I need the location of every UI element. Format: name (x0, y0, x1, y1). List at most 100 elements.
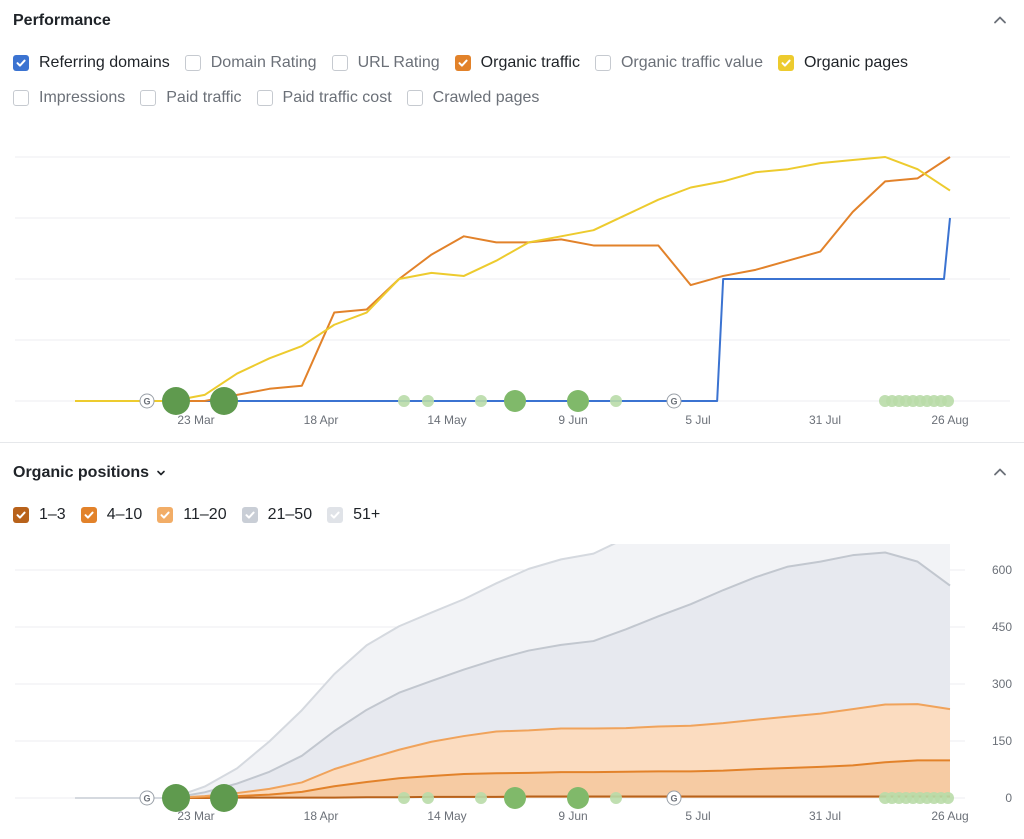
event-dot (422, 792, 434, 804)
checkbox-label: Domain Rating (210, 54, 317, 71)
checkbox-unchecked-icon (13, 90, 29, 106)
checkbox-label: Paid traffic cost (282, 89, 392, 106)
checkbox-21-50[interactable]: 21–50 (241, 506, 313, 524)
event-dot (610, 792, 622, 804)
x-tick-label: 23 Mar (177, 809, 214, 823)
y-tick-label: 450 (992, 620, 1012, 634)
x-tick-label: 5 Jul (685, 413, 710, 427)
event-dot (162, 784, 190, 812)
checkbox-label: 4–10 (106, 506, 143, 523)
organic-positions-title-dropdown[interactable]: Organic positions (13, 464, 167, 482)
event-dot (398, 395, 410, 407)
organic-positions-title: Organic positions (13, 464, 150, 481)
checkbox-label: 51+ (353, 506, 381, 523)
checkbox-checked-icon (777, 55, 794, 71)
x-tick-label: 5 Jul (685, 809, 710, 823)
event-dot (504, 787, 526, 809)
google-update-glyph: G (670, 397, 677, 407)
checkbox-url-rating[interactable]: URL Rating (331, 54, 440, 72)
checkbox-label: Paid traffic (166, 89, 242, 106)
checkbox-checked-icon (13, 55, 29, 71)
checkbox-unchecked-icon (184, 55, 201, 71)
checkbox-checked-icon (454, 55, 471, 71)
checkbox-paid-traffic[interactable]: Paid traffic (140, 89, 242, 107)
x-tick-label: 18 Apr (304, 809, 339, 823)
event-dot (210, 387, 238, 415)
checkbox-crawled-pages[interactable]: Crawled pages (406, 89, 540, 107)
checkbox-label: 21–50 (267, 506, 313, 523)
checkbox-organic-traffic-value[interactable]: Organic traffic value (594, 54, 763, 72)
series-line-referring-domains (75, 217, 951, 402)
checkbox-checked-icon (327, 507, 344, 523)
event-dot (422, 395, 434, 407)
checkbox-paid-traffic-cost[interactable]: Paid traffic cost (256, 89, 392, 107)
checkbox-referring-domains[interactable]: Referring domains (13, 54, 170, 72)
checkbox-label: Organic traffic value (620, 54, 763, 71)
x-tick-label: 23 Mar (177, 413, 214, 427)
x-tick-label: 26 Aug (931, 413, 968, 427)
checkbox-checked-icon (241, 507, 258, 523)
collapse-performance-button[interactable] (992, 12, 1008, 28)
y-tick-label: 150 (992, 734, 1012, 748)
collapse-positions-button[interactable] (992, 464, 1008, 480)
checkbox-impressions[interactable]: Impressions (13, 89, 125, 107)
checkbox-unchecked-icon (140, 90, 157, 106)
checkbox-unchecked-icon (256, 90, 273, 106)
x-tick-label: 31 Jul (809, 809, 841, 823)
checkbox-checked-icon (157, 507, 174, 523)
checkbox-unchecked-icon (331, 55, 348, 71)
event-dot (210, 784, 238, 812)
event-dot (475, 792, 487, 804)
x-tick-label: 9 Jun (558, 413, 587, 427)
organic-positions-chart: 0 150 300 450 600 G G 23 Mar 18 Apr 14 May 9 Jun 5 … (15, 544, 1012, 823)
checkbox-organic-traffic[interactable]: Organic traffic (454, 54, 580, 72)
x-tick-label: 31 Jul (809, 413, 841, 427)
checkbox-checked-icon (80, 507, 97, 523)
x-tick-label: 18 Apr (304, 413, 339, 427)
checkbox-unchecked-icon (594, 55, 611, 71)
event-dot (398, 792, 410, 804)
organic-positions-section: Organic positions 1–3 4–10 11–20 21–50 51+ 0… (0, 444, 1024, 839)
checkbox-unchecked-icon (406, 90, 423, 106)
x-tick-label: 26 Aug (931, 809, 968, 823)
section-divider (0, 442, 1024, 443)
event-dot (475, 395, 487, 407)
event-dot (162, 387, 190, 415)
performance-chart: G G 23 Mar 18 Apr 14 May 9 Jun 5 Jul 31 Jul 26 A… (15, 156, 1010, 427)
checkbox-checked-icon (13, 507, 29, 523)
event-dot (942, 395, 954, 407)
checkbox-label: Crawled pages (432, 89, 540, 106)
event-dot (567, 390, 589, 412)
x-tick-label: 14 May (427, 809, 466, 823)
checkbox-label: Organic pages (803, 54, 909, 71)
checkbox-label: Organic traffic (480, 54, 580, 71)
checkbox-organic-pages[interactable]: Organic pages (777, 54, 909, 72)
checkbox-1-3[interactable]: 1–3 (13, 506, 66, 524)
checkbox-51[interactable]: 51+ (327, 506, 380, 524)
checkbox-label: 1–3 (39, 506, 66, 523)
chevron-up-icon (994, 468, 1006, 476)
performance-section: Performance Referring domains Domain Rati… (0, 0, 1024, 443)
x-tick-label: 14 May (427, 413, 466, 427)
x-tick-label: 9 Jun (558, 809, 587, 823)
checkbox-domain-rating[interactable]: Domain Rating (184, 54, 317, 72)
y-tick-label: 0 (1005, 791, 1012, 805)
event-dot (504, 390, 526, 412)
y-tick-label: 300 (992, 677, 1012, 691)
checkbox-4-10[interactable]: 4–10 (80, 506, 143, 524)
google-update-glyph: G (143, 794, 150, 804)
event-dot (610, 395, 622, 407)
chevron-down-icon (157, 470, 165, 476)
chevron-up-icon (994, 16, 1006, 24)
checkbox-label: 11–20 (183, 506, 227, 523)
google-update-glyph: G (143, 397, 150, 407)
checkbox-label: Referring domains (39, 54, 170, 71)
checkbox-label: Impressions (39, 89, 126, 106)
event-dot (567, 787, 589, 809)
google-update-glyph: G (670, 794, 677, 804)
checkbox-label: URL Rating (357, 54, 440, 71)
checkbox-11-20[interactable]: 11–20 (157, 506, 227, 524)
y-tick-label: 600 (992, 563, 1012, 577)
performance-title: Performance (13, 12, 111, 29)
event-dot (942, 792, 954, 804)
